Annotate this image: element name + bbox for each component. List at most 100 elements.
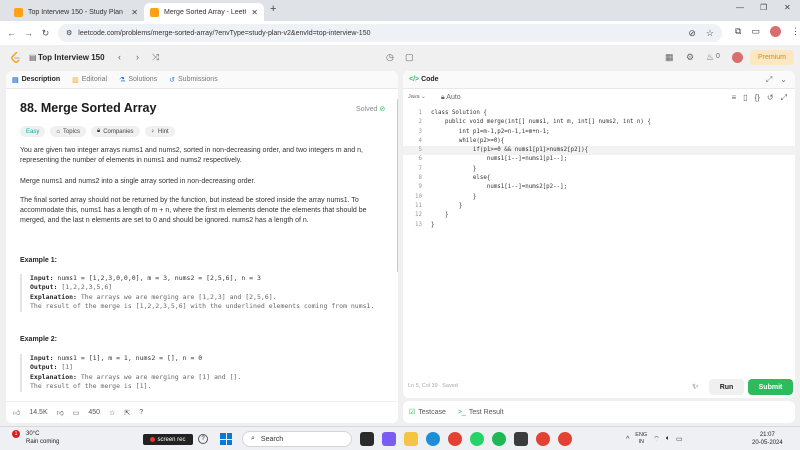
topics-chip[interactable]: ⌂ Topics: [50, 126, 86, 137]
comment-count: 450: [88, 409, 101, 416]
streak-count: 0: [716, 53, 720, 60]
favorite-star-icon[interactable]: ☆: [109, 409, 115, 417]
file-explorer-icon[interactable]: [404, 432, 418, 446]
media-app-icon[interactable]: [514, 432, 528, 446]
wifi-icon[interactable]: ⌔: [653, 435, 660, 444]
chrome-icon[interactable]: [448, 432, 462, 446]
site-info-icon[interactable]: ⚙: [66, 29, 72, 37]
battery-icon[interactable]: ▭: [676, 435, 683, 443]
spotify-icon[interactable]: [492, 432, 506, 446]
edge-icon[interactable]: [426, 432, 440, 446]
code-icon: </>: [409, 76, 420, 83]
browser-tab-study-plan[interactable]: Top Interview 150 - Study Plan ✕: [8, 3, 144, 21]
tab-solutions[interactable]: ⚗ Solutions: [119, 76, 157, 84]
sidebar-icon[interactable]: ▭: [751, 26, 760, 37]
tab-testcase[interactable]: ☑ Testcase: [409, 408, 446, 417]
help-icon[interactable]: ?: [139, 409, 143, 416]
close-window-icon[interactable]: ✕: [784, 3, 791, 12]
settings-gear-icon[interactable]: ⚙: [686, 52, 694, 63]
example-1-input: Input: nums1 = [1,2,3,0,0,0], m = 3, num…: [30, 274, 386, 283]
notes-icon[interactable]: ▢: [405, 52, 414, 63]
code-line-active: 5 if(p1>=0 && nums1[p1]>nums2[p2]){: [403, 146, 795, 156]
study-plan-title[interactable]: Top Interview 150: [38, 53, 105, 62]
bookmark-star-icon[interactable]: ☆: [706, 28, 714, 39]
profile-avatar[interactable]: [769, 26, 781, 37]
maximize-icon[interactable]: ❐: [760, 3, 767, 12]
tab-label: Test Result: [468, 408, 504, 416]
leetcode-logo[interactable]: [11, 52, 21, 63]
streak-fire-icon[interactable]: ♨: [706, 52, 714, 63]
share-icon[interactable]: ⇱: [124, 409, 130, 417]
submit-button[interactable]: Submit: [748, 379, 793, 395]
problem-title: 88. Merge Sorted Array: [20, 101, 157, 115]
tab-label: Description: [21, 76, 61, 83]
ai-assist-icon[interactable]: ✨︎: [692, 382, 699, 392]
reset-icon[interactable]: ↺: [767, 93, 774, 103]
output-value: [1,2,2,3,5,6]: [61, 283, 113, 292]
code-line: 4 while(p2>=0){: [403, 137, 795, 146]
back-icon[interactable]: ←: [3, 28, 20, 38]
companies-chip[interactable]: 🔒︎ Companies: [90, 126, 140, 137]
code-text: }: [431, 202, 463, 209]
shuffle-icon[interactable]: ⤨: [152, 52, 159, 63]
fullscreen-icon[interactable]: ⤢: [781, 93, 787, 103]
url-field[interactable]: ⚙ leetcode.com/problems/merge-sorted-arr…: [58, 24, 722, 42]
difficulty-chip: Easy: [20, 126, 46, 137]
tab-submissions[interactable]: ↺ Submissions: [169, 76, 218, 84]
minimize-icon[interactable]: —: [736, 3, 744, 12]
autocomplete-toggle[interactable]: 🔒︎ Auto: [441, 94, 461, 102]
run-button[interactable]: Run: [709, 379, 744, 395]
browser-tab-merge-sorted-array[interactable]: Merge Sorted Array - LeetCode ✕: [144, 3, 264, 21]
windows-start-icon[interactable]: [220, 433, 232, 445]
chat-app-icon[interactable]: [382, 432, 396, 446]
timer-icon[interactable]: ◷: [386, 52, 394, 63]
tray-chevron-icon[interactable]: ^: [626, 436, 629, 443]
weather-widget[interactable]: 1 30°C Rain coming: [12, 430, 59, 446]
tab-test-result[interactable]: >_ Test Result: [458, 409, 504, 416]
system-clock[interactable]: 21:07 20-05-2024: [752, 431, 783, 447]
prev-problem-icon[interactable]: ‹: [118, 52, 121, 62]
expand-icon[interactable]: ⤢: [766, 75, 772, 85]
layout-icon[interactable]: ▦: [665, 52, 674, 63]
bookmark-icon[interactable]: ▯: [743, 93, 747, 103]
forward-icon[interactable]: →: [20, 28, 37, 38]
close-tab-icon[interactable]: ✕: [251, 8, 258, 17]
chrome-profile-2-icon[interactable]: [558, 432, 572, 446]
format-icon[interactable]: ≡: [731, 93, 736, 103]
volume-icon[interactable]: 🔈︎: [666, 435, 670, 443]
whatsapp-icon[interactable]: [470, 432, 484, 446]
description-footer: 👍︎ 14.5K 👎︎ ▭ 450 ☆ ⇱ ?: [6, 401, 398, 423]
chrome-profile-icon[interactable]: [536, 432, 550, 446]
close-tab-icon[interactable]: ✕: [131, 8, 138, 17]
collapse-icon[interactable]: ⌄: [780, 75, 787, 85]
new-tab-icon[interactable]: +: [270, 3, 276, 15]
taskbar-search[interactable]: ⌕ Search: [242, 431, 352, 447]
browser-tab-bar: Top Interview 150 - Study Plan ✕ Merge S…: [0, 0, 800, 21]
help-question-icon[interactable]: ?: [198, 434, 208, 444]
input-language[interactable]: ENG IN: [635, 432, 647, 446]
eye-off-icon[interactable]: ⊘: [688, 28, 696, 39]
tab-description[interactable]: ▤ Description: [12, 76, 60, 84]
user-avatar[interactable]: [732, 52, 743, 63]
tab-editorial[interactable]: ▥ Editorial: [72, 76, 107, 84]
hint-chip[interactable]: ♀ Hint: [144, 126, 175, 137]
problem-chips: Easy ⌂ Topics 🔒︎ Companies ♀ Hint: [20, 126, 175, 137]
flask-icon: ⚗: [119, 76, 126, 84]
braces-icon[interactable]: {}: [755, 93, 760, 103]
extensions-icon[interactable]: ⧉: [735, 26, 741, 37]
like-icon[interactable]: 👍︎: [13, 408, 20, 417]
code-editor[interactable]: 1 class Solution { 2 public void merge(in…: [403, 109, 795, 230]
description-scrollbar[interactable]: [397, 98, 398, 273]
comment-icon[interactable]: ▭: [73, 409, 80, 417]
example-2-box: Input: nums1 = [1], m = 1, nums2 = [], n…: [20, 354, 386, 392]
lock-icon: 🔒︎: [96, 128, 101, 134]
language-select[interactable]: Java ⌄: [408, 94, 426, 101]
task-view-icon[interactable]: [360, 432, 374, 446]
description-icon: ▤: [12, 76, 19, 84]
premium-button[interactable]: Premium: [750, 50, 794, 65]
next-problem-icon[interactable]: ›: [136, 52, 139, 62]
code-text: class Solution {: [431, 110, 487, 116]
reload-icon[interactable]: ↻: [37, 28, 54, 39]
dislike-icon[interactable]: 👎︎: [57, 408, 64, 417]
browser-menu-icon[interactable]: ⋮: [791, 26, 800, 37]
